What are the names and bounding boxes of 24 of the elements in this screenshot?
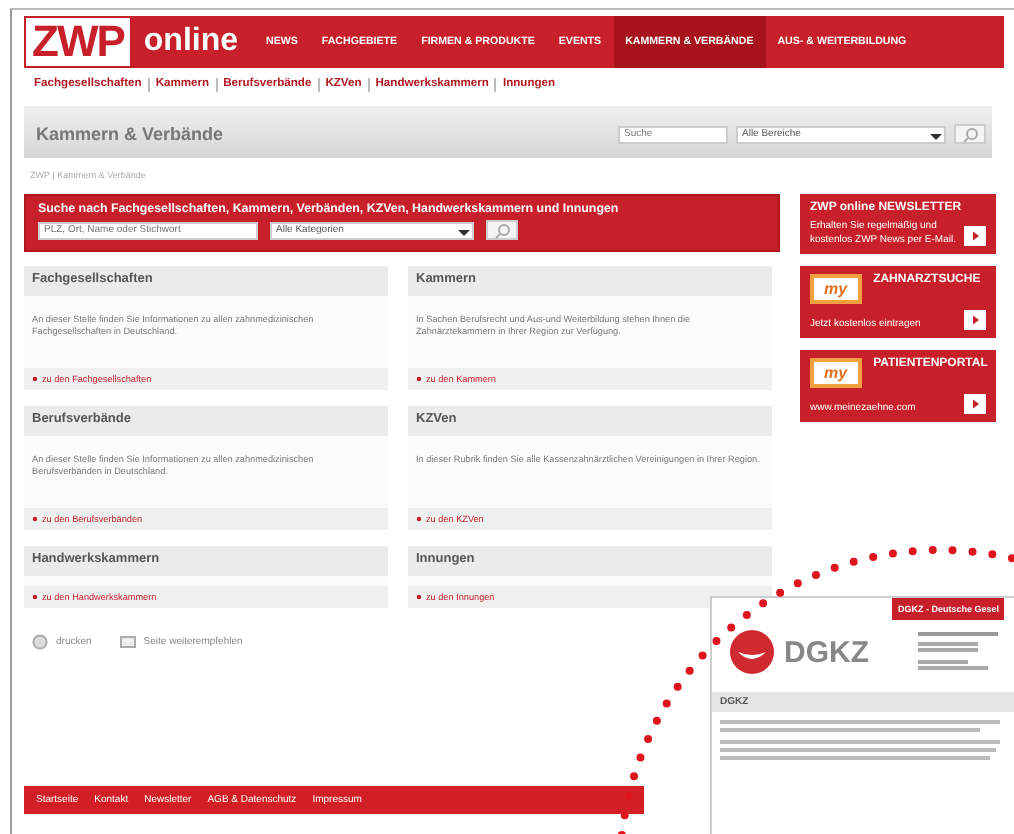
logo-subtext[interactable]: online xyxy=(143,24,238,60)
bullet-icon xyxy=(416,594,422,600)
bullet-icon xyxy=(32,376,38,382)
arrow-icon xyxy=(969,230,981,242)
bullet-icon xyxy=(416,376,422,382)
arrow-button[interactable] xyxy=(964,394,986,414)
search-icon xyxy=(493,221,511,239)
arrow-button[interactable] xyxy=(964,226,986,246)
text-lines-drawing xyxy=(917,632,997,672)
my-logo: my xyxy=(810,358,862,388)
arrow-icon xyxy=(969,314,981,326)
logo-icon xyxy=(728,628,776,676)
bullet-icon xyxy=(32,516,38,522)
search-icon xyxy=(961,125,979,143)
arrow-icon xyxy=(969,398,981,410)
envelope-icon xyxy=(119,634,136,650)
my-logo: my xyxy=(810,274,862,304)
logo-text[interactable]: ZWP xyxy=(26,18,130,66)
bullet-icon xyxy=(416,516,422,522)
bullet-icon xyxy=(32,594,38,600)
page-title: Kammern & Verbände xyxy=(36,124,224,144)
circle-icon xyxy=(32,634,48,650)
logo-text: DGKZ xyxy=(784,635,869,669)
arrow-button[interactable] xyxy=(964,310,986,330)
